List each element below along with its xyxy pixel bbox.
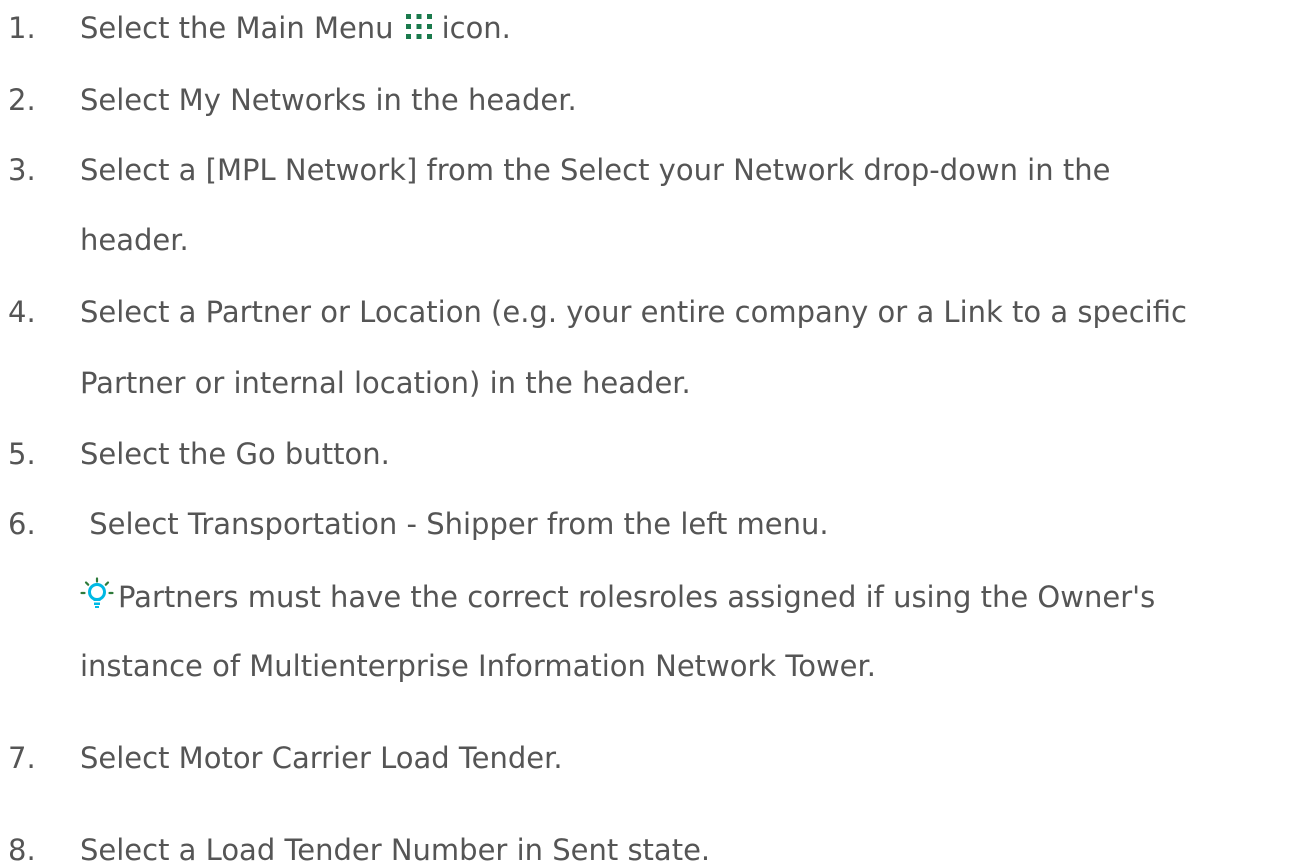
step-text: Select the Main Menu [80,11,394,45]
step-text: Select a [MPL Network] from the Select y… [80,153,1111,187]
step-number: 1. [8,11,36,45]
step-text: header. [80,223,189,257]
step-number: 2. [8,83,36,117]
step-number: 8. [8,833,36,867]
step-1: 1. Select the Main Menu icon. [0,11,511,45]
step-text: Select a Load Tender Number in Sent stat… [80,833,711,867]
step-6: 6. Select Transportation - Shipper from … [0,507,829,541]
step-text: Select Motor Carrier Load Tender. [80,741,563,775]
step-text: Select a Partner or Location (e.g. your … [80,295,1187,329]
step-5: 5. Select the Go button. [0,437,390,471]
tip-note: Partners must have the correct rolesrole… [0,577,1155,614]
step-text: Partner or internal location) in the hea… [80,366,691,400]
step-3: 3. Select a [MPL Network] from the Select… [0,153,1110,187]
step-number: 4. [8,295,36,329]
step-number: 6. [8,507,36,541]
step-number: 5. [8,437,36,471]
step-4: 4. Select a Partner or Location (e.g. you… [0,295,1187,329]
main-menu-grid-icon [400,12,438,40]
instructions-document: 1. Select the Main Menu icon. 2. Select My… [0,0,1305,867]
step-text: Select Transportation - Shipper from the… [80,507,829,541]
step-text: Select My Networks in the header. [80,83,577,117]
step-7: 7. Select Motor Carrier Load Tender. [0,741,563,775]
step-text: Select the Go button. [80,437,390,471]
tip-text: instance of Multienterprise Information … [80,649,876,683]
tip-note-continuation: instance of Multienterprise Information … [0,649,876,683]
step-2: 2. Select My Networks in the header. [0,83,577,117]
tip-text: Partners must have the correct rolesrole… [118,580,1156,614]
step-3-continuation: header. [0,223,189,257]
step-4-continuation: Partner or internal location) in the hea… [0,366,691,400]
lightbulb-icon [80,577,114,611]
step-number: 3. [8,153,36,187]
step-text-after-icon: icon. [441,11,511,45]
step-number: 7. [8,741,36,775]
step-8: 8. Select a Load Tender Number in Sent st… [0,833,710,867]
